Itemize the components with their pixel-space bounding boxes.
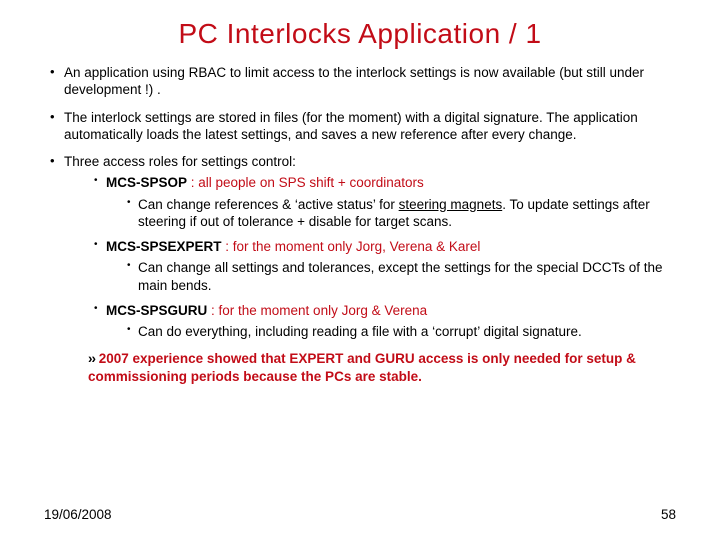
role-name: MCS-SPSEXPERT xyxy=(106,239,222,254)
role-sublist: Can change all settings and tolerances, … xyxy=(106,259,676,294)
role-name: MCS-SPSOP xyxy=(106,175,187,190)
footer-page-number: 58 xyxy=(661,507,676,522)
bullet-list: An application using RBAC to limit acces… xyxy=(44,64,676,340)
role-desc: : for the moment only Jorg, Verena & Kar… xyxy=(222,239,481,254)
text: Can change references & ‘active status’ … xyxy=(138,197,399,212)
role-desc: : for the moment only Jorg & Verena xyxy=(207,303,427,318)
bullet-item: Three access roles for settings control:… xyxy=(50,153,676,340)
conclusion: ›› 2007 experience showed that EXPERT an… xyxy=(88,350,676,385)
role-name: MCS-SPSGURU xyxy=(106,303,207,318)
arrows-icon: ›› xyxy=(88,351,95,366)
underlined-text: steering magnets xyxy=(399,197,503,212)
role-sublist: Can do everything, including reading a f… xyxy=(106,323,676,340)
bullet-text: Three access roles for settings control: xyxy=(64,154,296,169)
footer-date: 19/06/2008 xyxy=(44,507,112,522)
role-item: MCS-SPSGURU : for the moment only Jorg &… xyxy=(98,302,676,341)
slide-title: PC Interlocks Application / 1 xyxy=(44,18,676,50)
bullet-item: An application using RBAC to limit acces… xyxy=(50,64,676,99)
role-item: MCS-SPSEXPERT : for the moment only Jorg… xyxy=(98,238,676,294)
role-item: MCS-SPSOP : all people on SPS shift + co… xyxy=(98,174,676,230)
role-subitem: Can do everything, including reading a f… xyxy=(130,323,676,340)
conclusion-text: 2007 experience showed that EXPERT and G… xyxy=(88,351,636,384)
role-desc: : all people on SPS shift + coordinators xyxy=(187,175,424,190)
role-subitem: Can change references & ‘active status’ … xyxy=(130,196,676,231)
slide: PC Interlocks Application / 1 An applica… xyxy=(0,0,720,540)
role-subitem: Can change all settings and tolerances, … xyxy=(130,259,676,294)
role-sublist: Can change references & ‘active status’ … xyxy=(106,196,676,231)
bullet-item: The interlock settings are stored in fil… xyxy=(50,109,676,144)
roles-list: MCS-SPSOP : all people on SPS shift + co… xyxy=(64,174,676,340)
